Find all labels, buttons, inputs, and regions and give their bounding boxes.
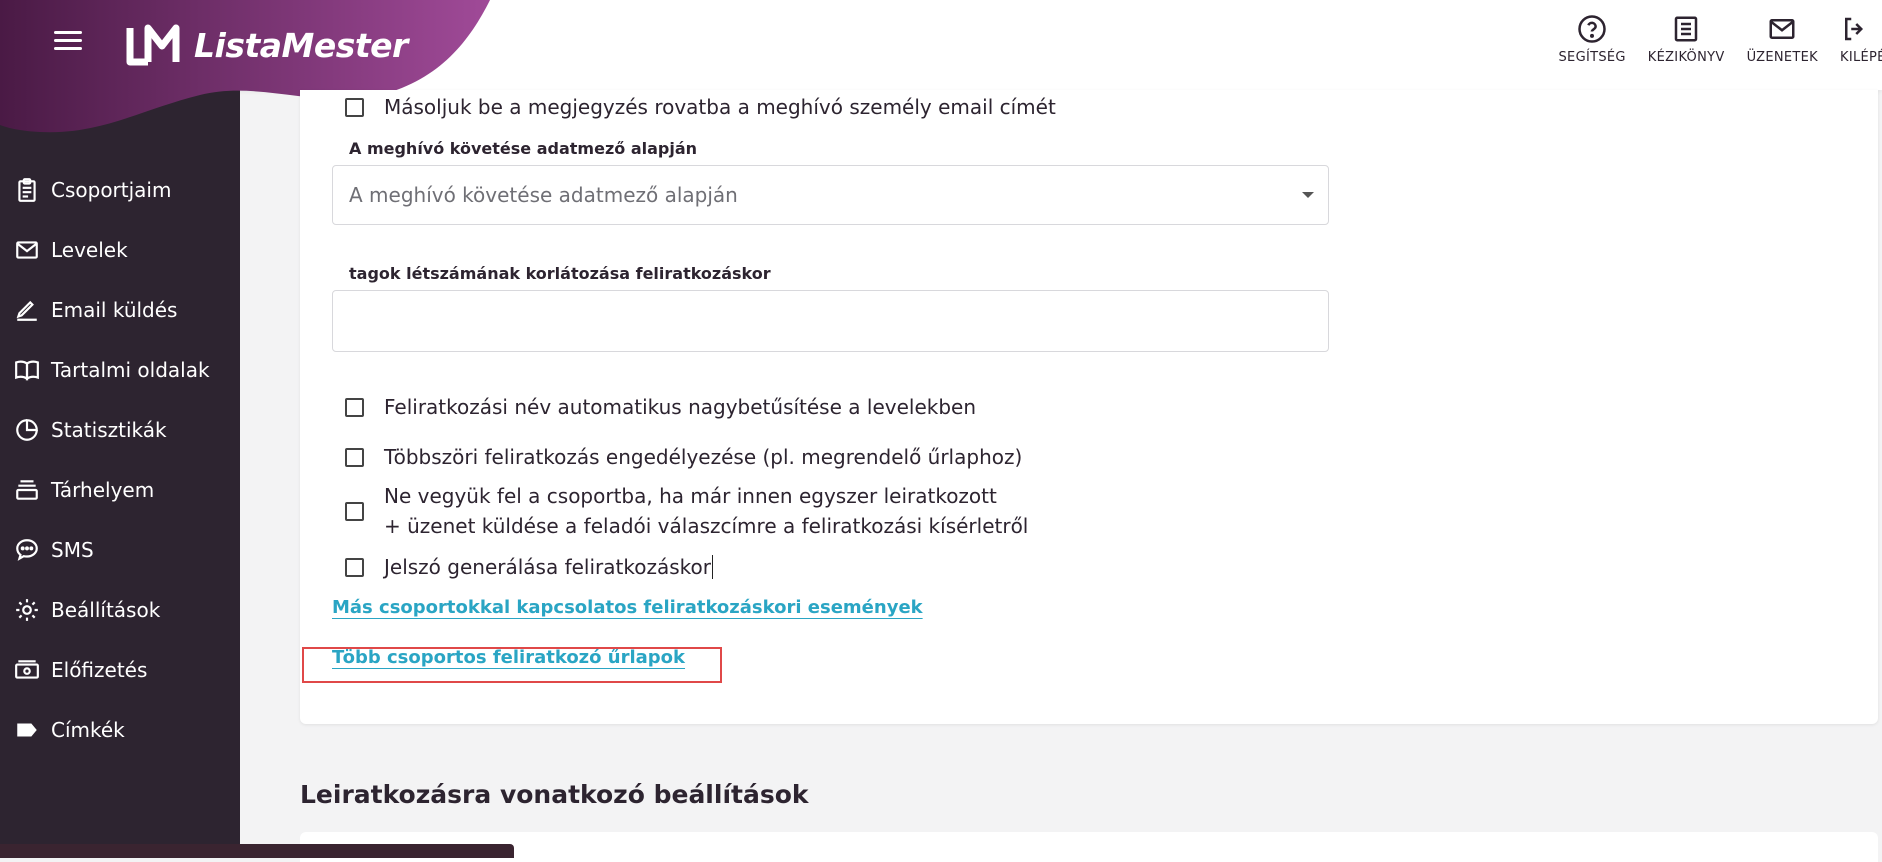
copy-email-checkbox[interactable] — [345, 98, 364, 117]
multiple-subscription-checkbox[interactable] — [345, 448, 364, 467]
top-actions: SEGÍTSÉG KÉZIKÖNYV ÜZENETEK KILÉPÉS — [1537, 14, 1882, 65]
password-generation-option: Jelszó generálása feliratkozáskor — [345, 552, 713, 582]
member-limit-label: tagok létszámának korlátozása feliratkoz… — [349, 264, 771, 283]
manual-list-icon — [1671, 14, 1701, 44]
highlight-box — [302, 647, 722, 683]
sidebar-item-label: Tartalmi oldalak — [51, 358, 210, 382]
app-name: ListaMester — [194, 26, 408, 65]
no-resubscribe-label: Ne vegyük fel a csoportba, ha már innen … — [384, 481, 1028, 541]
other-groups-events-link[interactable]: Más csoportokkal kapcsolatos feliratkozá… — [332, 597, 923, 618]
money-icon — [14, 657, 40, 683]
sidebar-item-csoportjaim[interactable]: Csoportjaim — [0, 160, 240, 220]
tag-icon — [14, 717, 40, 743]
sidebar-item-cimkek[interactable]: Címkék — [0, 700, 240, 760]
sidebar-item-label: Csoportjaim — [51, 178, 171, 202]
envelope-icon — [1767, 14, 1797, 44]
copy-email-label: Másoljuk be a megjegyzés rovatba a meghí… — [384, 92, 1056, 122]
sidebar-nav: Csoportjaim Levelek Email küldés Tartalm… — [0, 160, 240, 760]
sms-bubble-icon — [14, 537, 40, 563]
clipboard-icon — [14, 177, 40, 203]
sidebar-item-label: Levelek — [51, 238, 128, 262]
follow-field-select[interactable]: A meghívó követése adatmező alapján — [332, 165, 1329, 225]
pie-chart-icon — [14, 417, 40, 443]
envelope-icon — [14, 237, 40, 263]
follow-field-placeholder: A meghívó követése adatmező alapján — [349, 183, 738, 207]
capitalize-name-label: Feliratkozási név automatikus nagybetűsí… — [384, 392, 976, 422]
logout-label: KILÉPÉS — [1840, 50, 1882, 65]
sidebar-item-statisztikak[interactable]: Statisztikák — [0, 400, 240, 460]
sidebar-item-label: Email küldés — [51, 298, 177, 322]
password-generation-label: Jelszó generálása feliratkozáskor — [384, 552, 711, 582]
unsubscribe-settings-card — [300, 832, 1878, 862]
logout-button[interactable]: KILÉPÉS — [1840, 14, 1882, 65]
no-resubscribe-label-line2: + üzenet küldése a feladói válaszcímre a… — [384, 511, 1028, 541]
sidebar-item-label: Előfizetés — [51, 658, 147, 682]
chevron-down-icon — [1302, 192, 1314, 198]
help-button[interactable]: SEGÍTSÉG — [1559, 14, 1626, 65]
sidebar-item-elofizetes[interactable]: Előfizetés — [0, 640, 240, 700]
follow-field-label: A meghívó követése adatmező alapján — [349, 139, 697, 158]
sidebar-item-label: Beállítások — [51, 598, 160, 622]
sidebar-item-label: Tárhelyem — [51, 478, 154, 502]
sidebar-item-label: Statisztikák — [51, 418, 167, 442]
manual-button[interactable]: KÉZIKÖNYV — [1648, 14, 1725, 65]
capitalize-name-option: Feliratkozási név automatikus nagybetűsí… — [345, 392, 976, 422]
no-resubscribe-option: Ne vegyük fel a csoportba, ha már innen … — [345, 481, 1028, 541]
sidebar-item-label: Címkék — [51, 718, 125, 742]
sidebar-item-sms[interactable]: SMS — [0, 520, 240, 580]
sidebar-item-tartalmi-oldalak[interactable]: Tartalmi oldalak — [0, 340, 240, 400]
sidebar-item-email-kuldes[interactable]: Email küldés — [0, 280, 240, 340]
book-icon — [14, 357, 40, 383]
multiple-subscription-option: Többszöri feliratkozás engedélyezése (pl… — [345, 442, 1022, 472]
hamburger-menu-button[interactable] — [54, 31, 82, 53]
multiple-subscription-label: Többszöri feliratkozás engedélyezése (pl… — [384, 442, 1022, 472]
copy-email-option: Másoljuk be a megjegyzés rovatba a meghí… — [345, 92, 1056, 122]
unsubscribe-section-title: Leiratkozásra vonatkozó beállítások — [300, 780, 809, 809]
help-label: SEGÍTSÉG — [1559, 50, 1626, 65]
logout-icon — [1840, 14, 1870, 44]
messages-label: ÜZENETEK — [1747, 50, 1818, 65]
storage-icon — [14, 477, 40, 503]
gear-icon — [14, 597, 40, 623]
sidebar-item-beallitasok[interactable]: Beállítások — [0, 580, 240, 640]
help-circle-icon — [1577, 14, 1607, 44]
messages-button[interactable]: ÜZENETEK — [1747, 14, 1818, 65]
no-resubscribe-checkbox[interactable] — [345, 502, 364, 521]
listamester-logo-icon — [126, 22, 184, 68]
app-logo[interactable]: ListaMester — [126, 20, 408, 70]
status-bar-url — [0, 844, 514, 858]
sidebar-item-label: SMS — [51, 538, 94, 562]
member-limit-input[interactable] — [332, 290, 1329, 352]
manual-label: KÉZIKÖNYV — [1648, 50, 1725, 65]
capitalize-name-checkbox[interactable] — [345, 398, 364, 417]
text-cursor — [712, 555, 713, 579]
no-resubscribe-label-line1: Ne vegyük fel a csoportba, ha már innen … — [384, 481, 1028, 511]
sidebar-item-tarhelyem[interactable]: Tárhelyem — [0, 460, 240, 520]
password-generation-checkbox[interactable] — [345, 558, 364, 577]
sidebar-item-levelek[interactable]: Levelek — [0, 220, 240, 280]
pen-icon — [14, 297, 40, 323]
